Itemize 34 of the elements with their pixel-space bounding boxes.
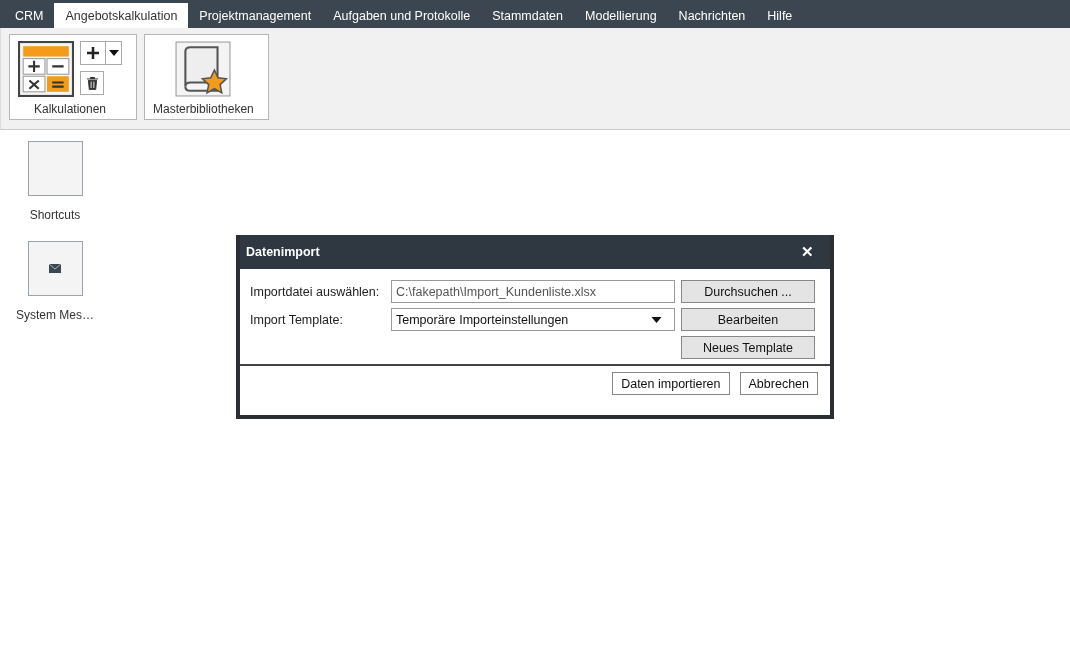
tile-label: System Mes… [16,308,94,322]
ribbon-label: Masterbibliotheken [153,102,254,116]
menu-tab[interactable]: Modellierung [574,3,668,28]
trash-icon [86,76,98,90]
import-button[interactable]: Daten importieren [612,372,730,395]
menu-tab[interactable]: Angebotskalkulation [54,3,189,28]
edit-button[interactable]: Bearbeiten [681,308,815,331]
menu-tab[interactable]: Nachrichten [667,3,757,28]
menu-tab[interactable]: Projektmanagement [188,3,323,28]
dialog-title: Datenimport [246,245,320,259]
close-button[interactable]: ✕ [801,243,814,261]
tile-label: Shortcuts [29,208,81,222]
dropdown-button[interactable] [106,41,122,65]
shortcut-tile[interactable] [27,141,83,196]
template-dropdown[interactable]: Temporäre Importeinstellungen [391,308,675,331]
field-label: Importdatei auswählen: [250,284,381,299]
new-template-button[interactable]: Neues Template [681,336,815,359]
field-label: Import Template: [250,312,344,327]
caret-icon [108,50,119,56]
file-path-field[interactable]: C:\fakepath\Import_Kundenliste.xlsx [391,280,675,303]
browse-button[interactable]: Durchsuchen ... [681,280,815,303]
shortcut-tile[interactable] [27,241,83,296]
envelope-icon [49,264,61,273]
menu-tab[interactable]: Stammdaten [481,3,575,28]
caret-icon [651,316,662,323]
plus-icon [86,46,100,60]
ribbon-label: Kalkulationen [33,102,107,116]
cancel-button[interactable]: Abbrechen [739,372,818,395]
add-button[interactable] [80,41,106,65]
menu-tab[interactable]: CRM [4,3,55,28]
menu-tab[interactable]: Hilfe [756,3,804,28]
delete-button[interactable] [80,71,104,95]
menu-tab[interactable]: Aufgaben und Protokolle [322,3,482,28]
calculator-icon[interactable] [18,41,74,97]
